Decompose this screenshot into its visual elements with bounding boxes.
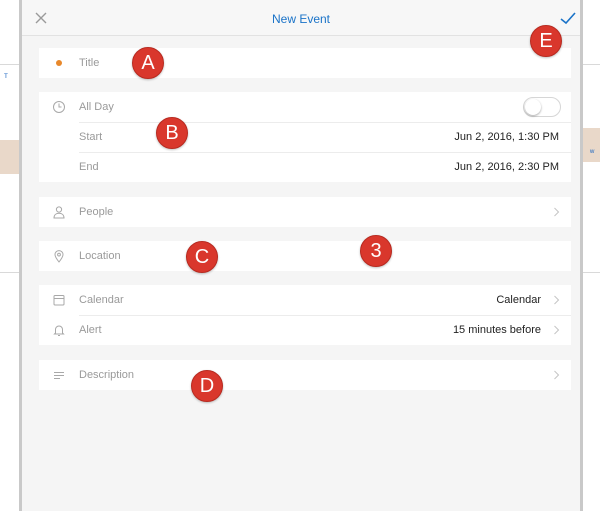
calendar-color-dot [56,60,62,66]
alert-value: 15 minutes before [452,324,541,336]
datetime-section: All Day Start Jun 2, 2016, 1:30 PM End J… [39,92,571,182]
annotation-badge-e: E [530,25,562,57]
annotation-badge-c: C [186,241,218,273]
end-label: End [79,161,99,173]
alert-row[interactable]: Alert 15 minutes before [39,315,571,345]
background-divider [582,64,600,65]
calendar-value: Calendar [496,294,541,306]
calendar-icon [53,295,65,306]
background-app-left [0,0,20,511]
background-glyph: ᵀ [4,72,8,82]
calendar-alert-section: Calendar Calendar Alert 15 minutes befor… [39,285,571,345]
end-row[interactable]: End Jun 2, 2016, 2:30 PM [39,152,571,182]
bell-icon [53,325,65,336]
title-section: Title [39,48,571,78]
calendar-row[interactable]: Calendar Calendar [39,285,571,315]
page-title: New Event [271,12,331,26]
background-divider [0,64,20,65]
title-input[interactable]: Title [79,57,99,69]
background-app-right [582,0,600,511]
background-highlight-left [0,140,20,174]
alert-label: Alert [79,324,102,336]
checkmark-icon[interactable] [559,10,577,26]
people-section: People [39,197,571,227]
background-divider [582,272,600,273]
all-day-row: All Day [39,92,571,122]
chevron-right-icon [554,325,560,335]
all-day-toggle[interactable] [523,97,561,117]
all-day-label: All Day [79,101,114,113]
annotation-badge-a: A [132,47,164,79]
description-row[interactable]: Description [39,360,571,390]
start-label: Start [79,131,103,143]
description-label: Description [79,369,135,381]
sheet-edge-right [580,0,583,511]
chevron-right-icon [554,370,560,380]
location-section: Location [39,241,571,271]
person-icon [53,206,65,219]
chevron-right-icon [554,207,560,217]
chevron-right-icon [554,295,560,305]
location-row[interactable]: Location [39,241,571,271]
people-label: People [79,206,114,218]
toggle-knob [525,99,541,115]
location-pin-icon [54,250,64,263]
clock-icon [53,101,65,113]
navigation-bar: New Event [22,0,580,36]
location-input[interactable]: Location [79,250,121,262]
screen: ᵀ ʷ New Event Title All Day Start Jun 2,… [0,0,600,511]
background-glyph: ʷ [590,147,595,157]
people-row[interactable]: People [39,197,571,227]
calendar-label: Calendar [79,294,124,306]
end-value[interactable]: Jun 2, 2016, 2:30 PM [454,161,559,173]
title-row[interactable]: Title [39,48,571,78]
annotation-badge-3: 3 [360,235,392,267]
annotation-badge-b: B [156,117,188,149]
start-value[interactable]: Jun 2, 2016, 1:30 PM [454,131,559,143]
new-event-sheet: New Event Title All Day Start Jun 2, 201… [22,0,580,511]
annotation-badge-d: D [191,370,223,402]
text-lines-icon [54,372,64,379]
start-row[interactable]: Start Jun 2, 2016, 1:30 PM [39,122,571,152]
description-section: Description [39,360,571,390]
background-divider [0,272,20,273]
